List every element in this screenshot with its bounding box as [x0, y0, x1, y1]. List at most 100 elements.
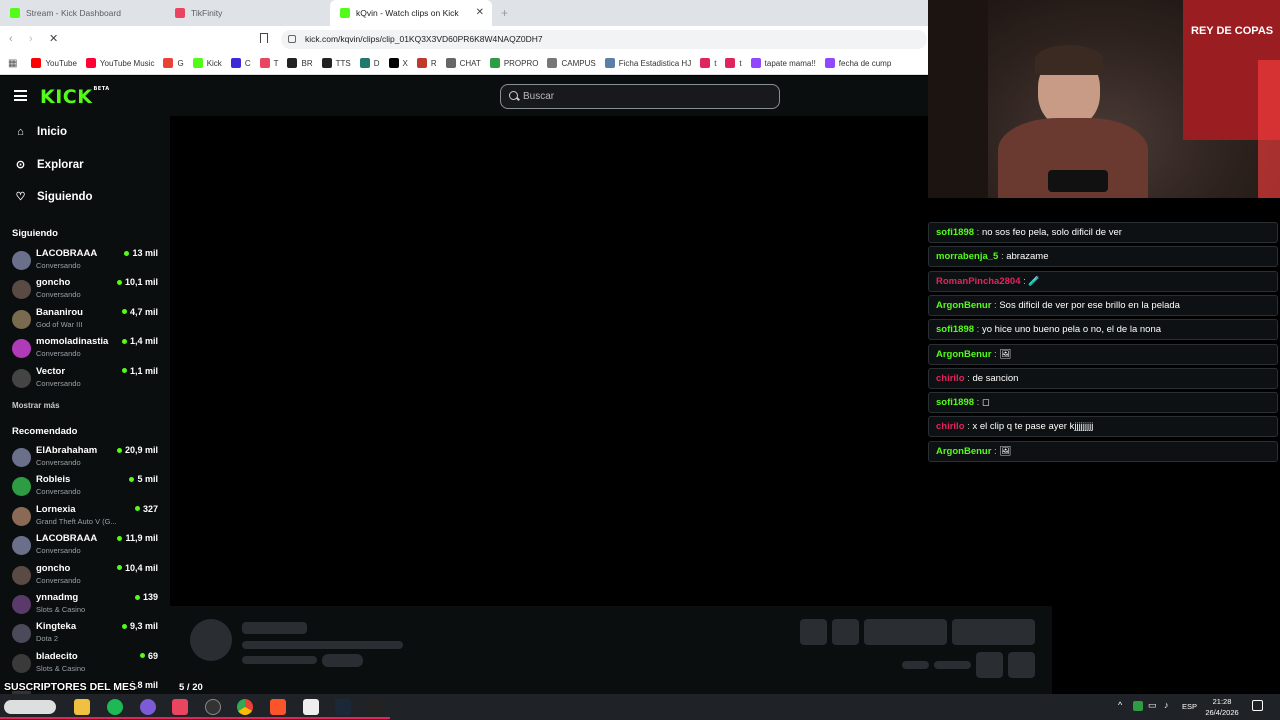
subs-title: SUSCRIPTORES DEL MES — [4, 681, 137, 693]
skeleton-button — [976, 652, 1003, 678]
spotify-icon[interactable] — [107, 699, 123, 715]
chat-username: morrabenja_5 — [936, 251, 999, 263]
new-tab-icon[interactable]: + — [501, 6, 508, 20]
live-dot-icon — [121, 338, 127, 344]
bookmark-icon[interactable] — [260, 33, 268, 43]
bookmark-item[interactable]: C — [230, 58, 251, 68]
back-icon[interactable]: ‹ — [9, 33, 13, 45]
channel-item[interactable]: Vector Conversando 1,1 mil — [10, 364, 160, 392]
bookmark-item[interactable]: R — [416, 58, 437, 68]
search-input[interactable]: Buscar — [500, 84, 780, 109]
stop-icon[interactable]: ✕ — [49, 32, 58, 45]
bookmark-item[interactable]: YouTube — [31, 58, 77, 68]
chat-separator: : — [974, 397, 982, 409]
channel-item[interactable]: Bananirou God of War III 4,7 mil — [10, 305, 160, 333]
viewer-count: 69 — [139, 651, 158, 661]
nav-siguiendo[interactable]: ♡ Siguiendo — [14, 190, 93, 204]
kick-header — [0, 76, 928, 116]
clip-player[interactable] — [170, 116, 928, 606]
bookmark-item[interactable]: tapate mama!! — [750, 58, 816, 68]
chrome-icon[interactable] — [237, 699, 253, 715]
bookmark-item[interactable]: X — [388, 58, 408, 68]
channel-item[interactable]: goncho Conversando 10,1 mil — [10, 275, 160, 303]
tab-tikfinity[interactable]: TikFinity — [165, 0, 330, 26]
bookmark-item[interactable]: PROPRO — [489, 58, 538, 68]
site-info-icon[interactable] — [288, 35, 296, 43]
channel-name: bladecito — [36, 650, 78, 662]
file-explorer-icon[interactable] — [74, 699, 90, 715]
tab-label: kQvin - Watch clips on Kick — [356, 8, 459, 18]
bookmark-label: YouTube Music — [99, 58, 155, 68]
channel-item[interactable]: bladecito Slots & Casino 69 — [10, 649, 160, 677]
bookmark-item[interactable]: fecha de cump — [824, 58, 891, 68]
bookmark-item[interactable]: t — [725, 58, 742, 68]
chat-text: x el clip q te pase ayer kjjjjjjjjj — [972, 421, 1094, 433]
bookmark-item[interactable]: TTS — [321, 58, 351, 68]
tray-arrow-icon[interactable]: ^ — [1118, 700, 1122, 710]
capcut-icon[interactable] — [303, 699, 319, 715]
channel-item[interactable]: momoladinastia Conversando 1,4 mil — [10, 334, 160, 362]
channel-item[interactable]: LACOBRAAA Conversando 13 mil — [10, 246, 160, 274]
channel-item[interactable]: Lornexia Grand Theft Auto V (G... 327 — [10, 502, 160, 530]
channel-item[interactable]: ElAbrahaham Conversando 20,9 mil — [10, 443, 160, 471]
nav-inicio[interactable]: ⌂ Inicio — [14, 126, 67, 138]
apps-grid-icon[interactable]: ▦ — [8, 58, 17, 69]
bookmark-item[interactable]: Ficha Estadistica HJ — [604, 58, 691, 68]
channel-item[interactable]: goncho Conversando 10,4 mil — [10, 561, 160, 589]
close-tab-icon[interactable]: ✕ — [476, 7, 484, 18]
chat-message: RomanPincha2804 : 🧪 — [928, 270, 1278, 292]
channel-item[interactable]: Kingteka Dota 2 9,3 mil — [10, 619, 160, 647]
skeleton-button — [1008, 652, 1035, 678]
network-icon[interactable]: ▭ — [1148, 700, 1157, 711]
chat-message: sofi1898 : yo hice uno bueno pela o no, … — [928, 319, 1278, 341]
tab-kick-dashboard[interactable]: Stream - Kick Dashboard — [0, 0, 165, 26]
avatar — [12, 251, 31, 270]
show-more-link[interactable]: Mostrar más — [12, 401, 60, 410]
menu-icon[interactable] — [14, 90, 27, 101]
viewer-count-text: 1,1 mil — [129, 365, 158, 376]
bookmark-item[interactable]: Kick — [192, 58, 222, 68]
channel-item[interactable]: LACOBRAAA Conversando 11,9 mil — [10, 531, 160, 559]
taskbar-widget[interactable] — [4, 700, 56, 714]
url-bar[interactable]: kick.com/kqvin/clips/clip_01KQ3X3VD60PR6… — [281, 30, 927, 49]
live-dot-icon — [116, 447, 122, 453]
channel-item[interactable]: Robleis Conversando 5 mil — [10, 472, 160, 500]
viewer-count-text: 20,9 mil — [124, 445, 158, 455]
bookmark-item[interactable]: D — [359, 58, 380, 68]
bookmark-label: D — [373, 58, 380, 68]
tikfinity-icon[interactable] — [172, 699, 188, 715]
bookmark-item[interactable]: T — [259, 58, 278, 68]
viewer-count-text: 139 — [142, 592, 158, 602]
skeleton-chip — [322, 654, 363, 667]
kick-logo[interactable]: KICKBETA — [40, 86, 110, 108]
compass-icon: ⊙ — [15, 159, 26, 171]
viewer-count: 327 — [134, 504, 158, 514]
discord-icon[interactable] — [140, 699, 156, 715]
obs-icon[interactable] — [205, 699, 221, 715]
skeleton-button — [952, 619, 1035, 645]
forward-icon[interactable]: › — [29, 33, 33, 45]
notifications-icon[interactable] — [1252, 700, 1263, 711]
steam-icon[interactable] — [335, 699, 351, 715]
app-icon[interactable] — [368, 699, 384, 715]
microphone — [1048, 170, 1108, 192]
tray-app-icon[interactable] — [1133, 701, 1143, 711]
brave-icon[interactable] — [270, 699, 286, 715]
live-dot-icon — [116, 565, 122, 571]
bookmark-favicon-icon — [259, 58, 270, 68]
language-indicator[interactable]: ESP — [1182, 702, 1197, 711]
channel-name: LACOBRAAA — [36, 248, 98, 259]
tikfinity-favicon-icon — [175, 8, 185, 18]
bookmark-item[interactable]: CHAT — [445, 58, 481, 68]
bookmark-item[interactable]: G — [163, 58, 184, 68]
tab-kqvin-clips[interactable]: kQvin - Watch clips on Kick ✕ — [330, 0, 492, 26]
clock[interactable]: 21:28 26/4/2026 — [1200, 696, 1244, 718]
volume-icon[interactable]: ♪ — [1164, 700, 1169, 710]
channel-name: LACOBRAAA — [36, 533, 98, 545]
channel-item[interactable]: ynnadmg Slots & Casino 139 — [10, 590, 160, 618]
bookmark-item[interactable]: t — [700, 58, 716, 68]
bookmark-item[interactable]: BR — [287, 58, 313, 68]
nav-explorar[interactable]: ⊙ Explorar — [14, 158, 84, 172]
bookmark-item[interactable]: CAMPUS — [547, 58, 596, 68]
bookmark-item[interactable]: YouTube Music — [85, 58, 155, 68]
